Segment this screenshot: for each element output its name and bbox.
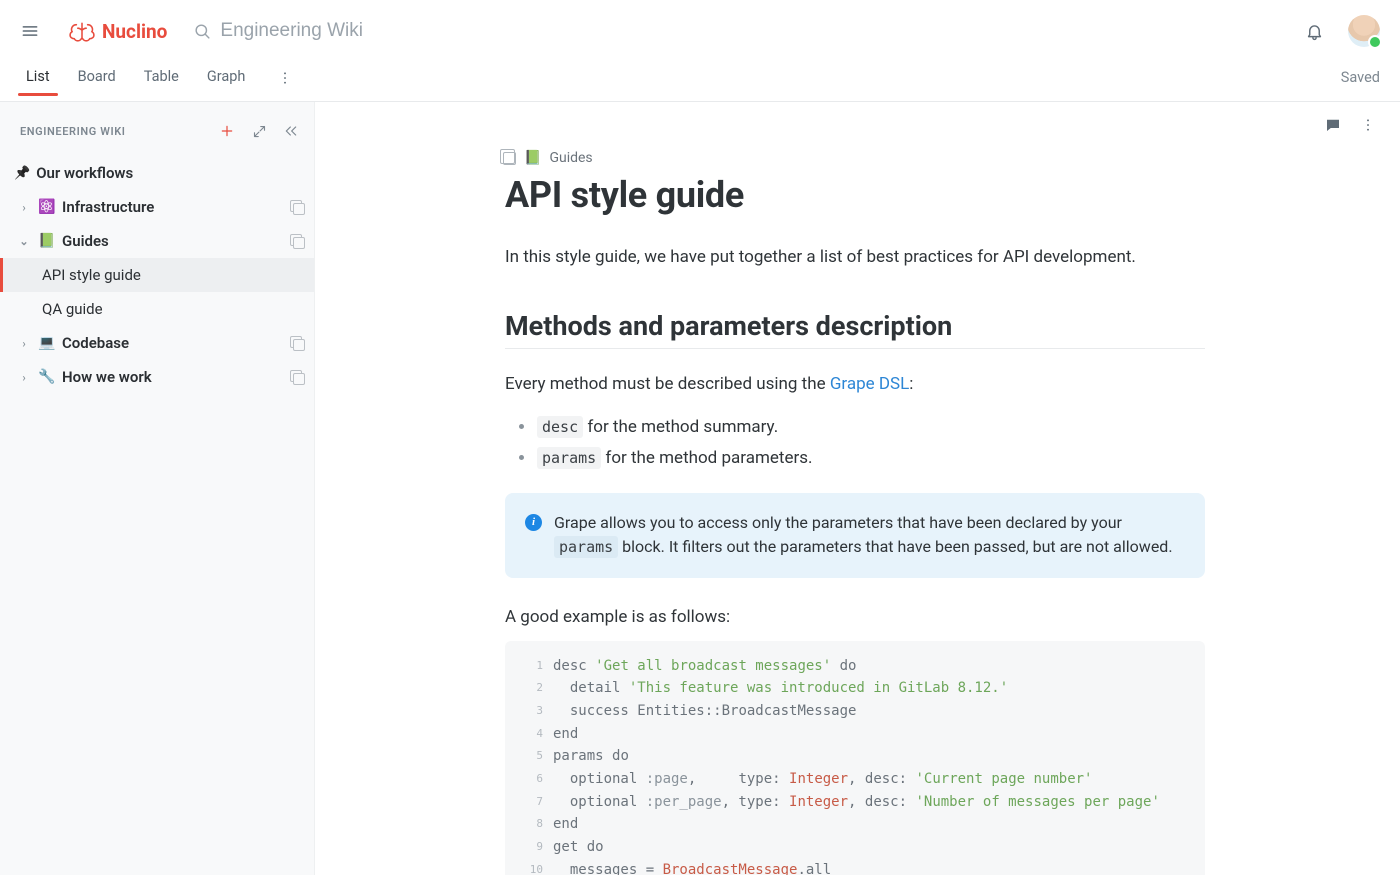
sidebar-child-item[interactable]: QA guide (0, 292, 314, 326)
comments-button[interactable] (1324, 116, 1342, 138)
callout-text: Grape allows you to access only the para… (554, 511, 1185, 561)
document-scroll[interactable]: 📗 Guides API style guide In this style g… (315, 146, 1400, 875)
body-paragraph: Every method must be described using the… (505, 371, 1205, 397)
brain-icon (68, 20, 96, 42)
content-wrap: 📗 Guides API style guide In this style g… (315, 102, 1400, 875)
sidebar-header: ENGINEERING WIKI (0, 102, 314, 154)
sidebar-item-label: API style guide (42, 266, 141, 284)
chevron-icon: › (18, 201, 30, 214)
sidebar-item-label: Our workflows (36, 164, 133, 182)
main: ENGINEERING WIKI 📌 Our workflows › ⚛️ Infras… (0, 102, 1400, 875)
copy-icon (290, 234, 304, 248)
inline-code: params (554, 536, 618, 558)
search-input[interactable] (220, 20, 540, 42)
document: 📗 Guides API style guide In this style g… (505, 146, 1205, 875)
section-heading: Methods and parameters description (505, 310, 1205, 349)
chevron-icon: ⌄ (18, 235, 30, 248)
breadcrumb-emoji: 📗 (524, 150, 541, 166)
tab-table[interactable]: Table (144, 68, 179, 95)
body-paragraph: A good example is as follows: (505, 604, 1205, 630)
breadcrumb-label: Guides (549, 150, 592, 166)
pin-icon: 📌 (14, 166, 30, 181)
chevron-icon: › (18, 337, 30, 350)
bell-icon (1305, 22, 1324, 41)
topbar: Nuclino (0, 0, 1400, 62)
bullet-list: desc for the method summary. params for … (519, 412, 1205, 475)
sidebar-item[interactable]: › 💻 Codebase (0, 326, 314, 360)
info-icon: i (525, 514, 542, 531)
workspace-label: ENGINEERING WIKI (20, 125, 208, 138)
sidebar-item[interactable]: › ⚛️ Infrastructure (0, 190, 314, 224)
notifications-button[interactable] (1296, 13, 1332, 49)
tab-graph[interactable]: Graph (207, 68, 246, 95)
new-item-button[interactable] (214, 118, 240, 144)
tab-more-button[interactable] (273, 66, 297, 90)
sidebar-item-label: Guides (62, 232, 109, 250)
intro-paragraph: In this style guide, we have put togethe… (505, 244, 1205, 270)
inline-code: params (537, 447, 601, 469)
breadcrumb[interactable]: 📗 Guides (503, 150, 1205, 166)
doc-more-button[interactable] (1360, 117, 1376, 137)
list-item: desc for the method summary. (519, 412, 1205, 443)
sidebar-child-item[interactable]: API style guide (0, 258, 314, 292)
tab-board[interactable]: Board (78, 68, 116, 95)
item-emoji: 📗 (38, 233, 54, 249)
sidebar-item-label: Infrastructure (62, 198, 154, 216)
sidebar-item-label: How we work (62, 368, 152, 386)
expand-button[interactable] (246, 118, 272, 144)
page-title: API style guide (505, 174, 1205, 216)
menu-button[interactable] (12, 13, 48, 49)
info-callout: i Grape allows you to access only the pa… (505, 493, 1205, 579)
search-icon (193, 22, 212, 41)
sidebar-item[interactable]: ⌄ 📗 Guides (0, 224, 314, 258)
chevron-icon: › (18, 371, 30, 384)
code-block: 1desc 'Get all broadcast messages' do2 d… (505, 641, 1205, 875)
list-item: params for the method parameters. (519, 443, 1205, 474)
search[interactable] (187, 16, 546, 46)
tab-list[interactable]: List (26, 68, 50, 95)
comment-icon (1324, 116, 1342, 134)
copy-icon (290, 200, 304, 214)
item-emoji: 🔧 (38, 369, 54, 385)
sidebar-item-label: QA guide (42, 300, 103, 318)
brand-name: Nuclino (102, 20, 167, 43)
save-status: Saved (1341, 69, 1380, 94)
view-tabs: List Board Table Graph Saved (0, 62, 1400, 102)
copy-icon (290, 336, 304, 350)
item-emoji: ⚛️ (38, 199, 54, 215)
avatar[interactable] (1348, 15, 1380, 47)
pinned-item[interactable]: 📌 Our workflows (0, 156, 314, 190)
doc-actions (315, 102, 1400, 146)
inline-code: desc (537, 416, 583, 438)
item-emoji: 💻 (38, 335, 54, 351)
sidebar: ENGINEERING WIKI 📌 Our workflows › ⚛️ Infras… (0, 102, 315, 875)
copy-icon (290, 370, 304, 384)
brand-logo[interactable]: Nuclino (68, 20, 167, 43)
grape-dsl-link[interactable]: Grape DSL (830, 374, 909, 394)
sidebar-tree: 📌 Our workflows › ⚛️ Infrastructure ⌄ 📗 Guides A… (0, 154, 314, 414)
sidebar-item[interactable]: › 🔧 How we work (0, 360, 314, 394)
breadcrumb-stack-icon (503, 152, 516, 165)
collapse-sidebar-button[interactable] (278, 118, 304, 144)
sidebar-item-label: Codebase (62, 334, 129, 352)
